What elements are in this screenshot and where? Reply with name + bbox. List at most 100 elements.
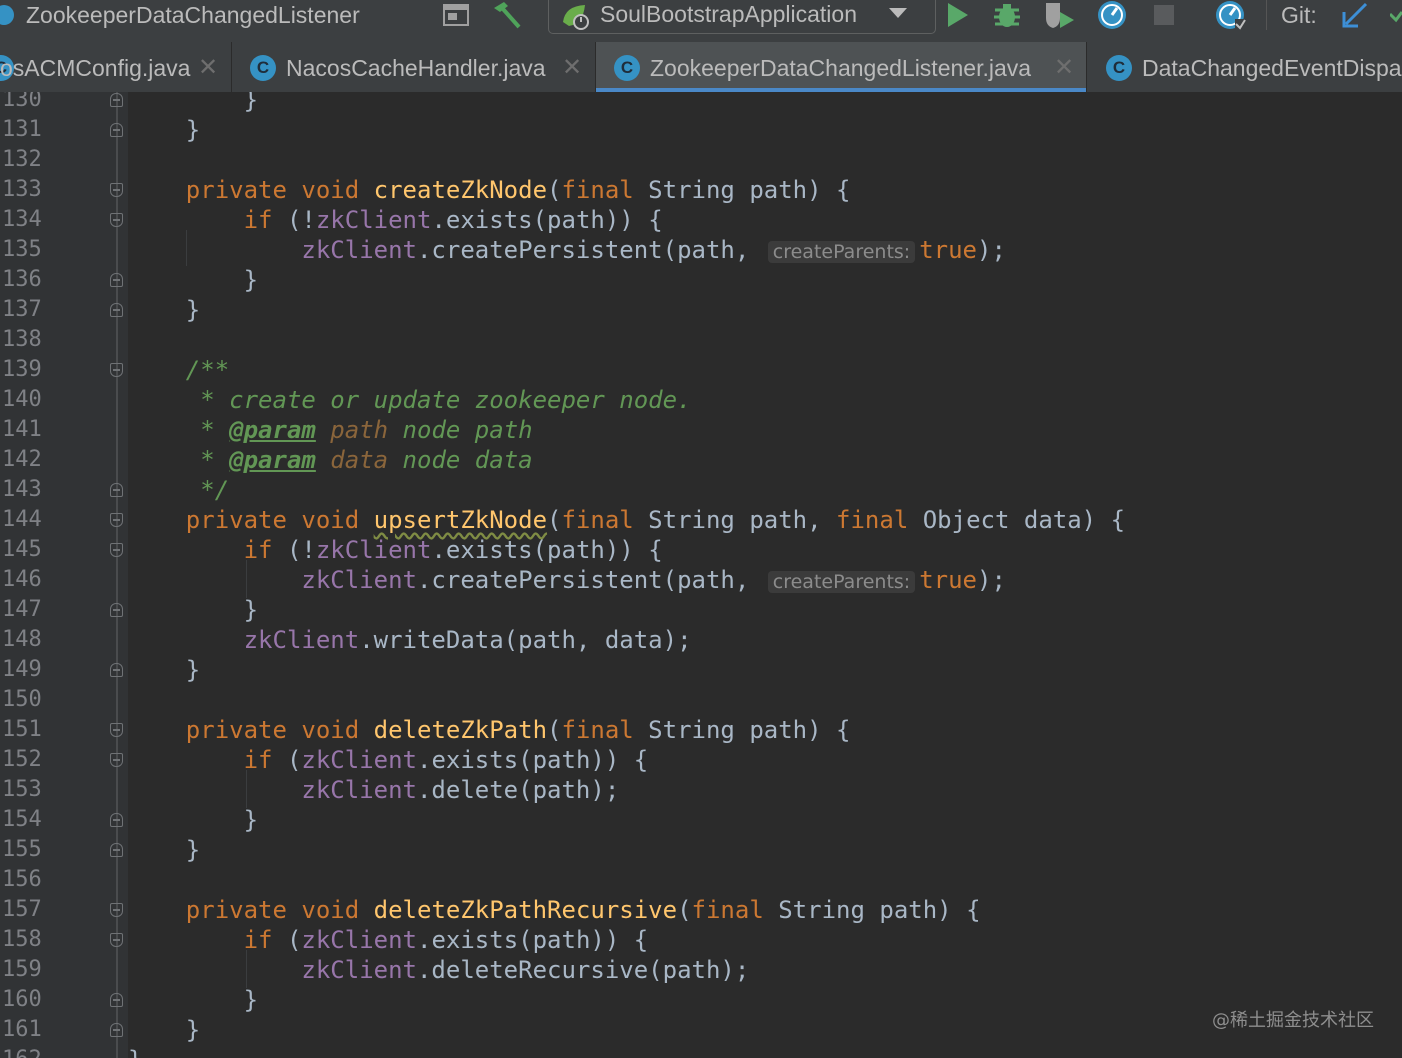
keyword: if — [243, 926, 273, 954]
run-with-coverage-icon[interactable] — [1042, 0, 1078, 30]
line-number: 140 — [2, 387, 42, 412]
code-line-137: } — [128, 295, 200, 325]
line-number: 137 — [2, 297, 42, 322]
keyword: final — [691, 896, 764, 924]
keyword: private void — [185, 506, 360, 534]
code-line-162: } — [128, 1045, 142, 1058]
fold-collapse-icon[interactable] — [110, 543, 123, 557]
brace: } — [185, 1016, 201, 1044]
close-icon[interactable]: ✕ — [1054, 53, 1074, 82]
close-icon[interactable]: ✕ — [198, 53, 218, 82]
keyword: final — [561, 716, 634, 744]
brace: } — [185, 656, 201, 684]
field-name: zkClient — [301, 566, 417, 594]
fold-end-icon[interactable] — [110, 1023, 123, 1037]
line-number: 135 — [2, 237, 42, 262]
code-text: String path) { — [763, 896, 981, 924]
brace: } — [128, 1046, 142, 1058]
brace: } — [185, 116, 201, 144]
git-update-arrow-icon[interactable] — [1340, 0, 1370, 30]
code-text: Object data) { — [908, 506, 1126, 534]
fold-end-icon[interactable] — [110, 123, 123, 137]
doc-comment: /** — [185, 356, 230, 384]
fold-collapse-icon[interactable] — [110, 903, 123, 917]
javadoc-tag: @param — [229, 446, 316, 474]
doc-comment: node path — [388, 416, 533, 444]
line-number: 131 — [2, 117, 42, 142]
code-line-161: } — [128, 1015, 200, 1045]
keyword: private void — [185, 896, 360, 924]
watermark: @稀土掘金技术社区 — [1212, 1010, 1374, 1031]
debug-bug-icon[interactable] — [992, 0, 1022, 30]
fold-collapse-icon[interactable] — [110, 723, 123, 737]
profiler-gauge-icon[interactable] — [1095, 0, 1129, 30]
brace: } — [243, 806, 259, 834]
code-line-130: } — [128, 92, 258, 115]
code-editor[interactable]: 130 131 132 133 134 135 136 137 138 139 140 141 142 1… — [0, 92, 1402, 1058]
tab-label: ZookeeperDataChangedListener.java — [650, 55, 1032, 81]
doc-comment: node data — [388, 446, 533, 474]
tab-nacos-cache-handler[interactable]: C NacosCacheHandler.java ✕ — [232, 42, 596, 92]
keyword: if — [243, 536, 273, 564]
run-config-selector[interactable]: SoulBootstrapApplication — [548, 0, 936, 34]
code-line-157: private void deleteZkPathRecursive(final… — [128, 895, 981, 925]
line-number: 132 — [2, 147, 42, 172]
line-number: 130 — [2, 92, 42, 112]
line-number: 157 — [2, 897, 42, 922]
method-name: upsertZkNode — [373, 506, 548, 534]
keyword: final — [561, 506, 634, 534]
build-hammer-icon[interactable] — [490, 0, 524, 30]
project-title: ZookeeperDataChangedListener — [26, 1, 360, 28]
main-toolbar: ZookeeperDataChangedListener SoulBootstr… — [0, 0, 1402, 42]
fold-end-icon[interactable] — [110, 603, 123, 617]
line-number: 161 — [2, 1017, 42, 1042]
fold-end-icon[interactable] — [110, 303, 123, 317]
fold-end-icon[interactable] — [110, 93, 123, 107]
spring-boot-icon — [559, 2, 593, 38]
code-text: String path) { — [633, 176, 851, 204]
tab-label: NacosCacheHandler.java — [286, 55, 546, 81]
code-text: String path) { — [633, 716, 851, 744]
update-project-icon[interactable] — [1213, 0, 1247, 30]
code-text: .createPersistent(path, — [416, 236, 764, 264]
fold-collapse-icon[interactable] — [110, 183, 123, 197]
code-line-135: zkClient.createPersistent(path, createPa… — [128, 235, 1006, 265]
layout-icon[interactable] — [442, 0, 470, 30]
line-number: 144 — [2, 507, 42, 532]
code-line-152: if (zkClient.exists(path)) { — [128, 745, 649, 775]
parameter-hint: createParents: — [767, 241, 916, 263]
close-icon[interactable]: ✕ — [562, 53, 582, 82]
line-number: 133 — [2, 177, 42, 202]
fold-end-icon[interactable] — [110, 993, 123, 1007]
method-name: deleteZkPath — [373, 716, 548, 744]
code-line-145: if (!zkClient.exists(path)) { — [128, 535, 663, 565]
fold-end-icon[interactable] — [110, 273, 123, 287]
fold-end-icon[interactable] — [110, 813, 123, 827]
javadoc-param-name: path — [315, 416, 389, 444]
code-line-143: */ — [128, 475, 229, 505]
git-commit-check-icon[interactable] — [1390, 0, 1402, 30]
doc-comment: * — [185, 446, 230, 474]
tab-acm-config[interactable]: C osACMConfig.java ✕ — [0, 42, 232, 92]
fold-collapse-icon[interactable] — [110, 363, 123, 377]
code-line-139: /** — [128, 355, 229, 385]
fold-collapse-icon[interactable] — [110, 213, 123, 227]
line-number: 154 — [2, 807, 42, 832]
run-icon[interactable] — [944, 0, 970, 30]
field-name: zkClient — [301, 926, 417, 954]
fold-collapse-icon[interactable] — [110, 753, 123, 767]
tab-zookeeper-listener[interactable]: C ZookeeperDataChangedListener.java ✕ — [596, 42, 1087, 92]
method-name: deleteZkPathRecursive — [373, 896, 678, 924]
brace: } — [185, 296, 201, 324]
tab-data-changed-dispatcher[interactable]: C DataChangedEventDispa — [1087, 42, 1402, 92]
fold-end-icon[interactable] — [110, 843, 123, 857]
fold-end-icon[interactable] — [110, 483, 123, 497]
keyword: if — [243, 206, 273, 234]
fold-end-icon[interactable] — [110, 663, 123, 677]
stop-icon[interactable] — [1153, 0, 1175, 30]
code-line-149: } — [128, 655, 200, 685]
fold-collapse-icon[interactable] — [110, 933, 123, 947]
keyword: if — [243, 746, 273, 774]
editor-tab-bar: C osACMConfig.java ✕ C NacosCacheHandler… — [0, 42, 1402, 93]
fold-collapse-icon[interactable] — [110, 513, 123, 527]
